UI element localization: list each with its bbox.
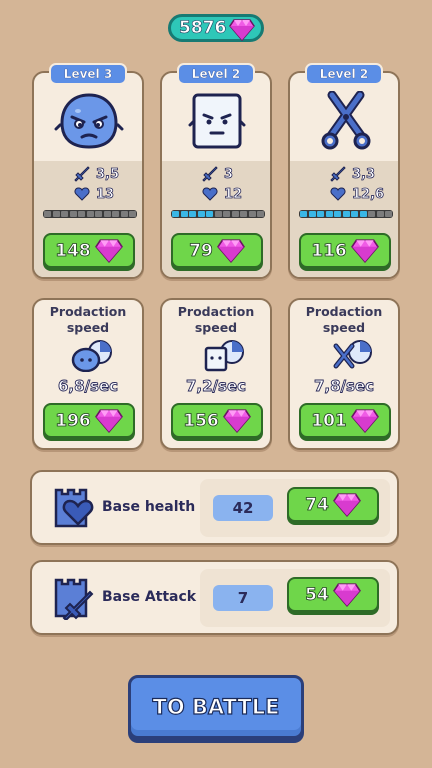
sword-icon: [74, 166, 90, 182]
base-attack-card: Base Attack 7 54: [30, 560, 399, 635]
gem-icon: [94, 408, 123, 433]
box-clock-icon: [204, 340, 244, 372]
upgrade-base-attack-button[interactable]: 54: [287, 577, 379, 612]
health-stat: 12,6: [330, 186, 384, 202]
upgrade-production-button[interactable]: 196: [43, 403, 135, 438]
tower-heart-icon: [54, 488, 94, 528]
gem-icon: [350, 408, 379, 433]
level-progress-bar: [299, 210, 393, 218]
tower-sword-icon: [54, 578, 94, 620]
health-value: 13: [96, 186, 115, 202]
upgrade-production-button[interactable]: 156: [171, 403, 263, 438]
price-label: 116: [311, 240, 347, 261]
unit-card-box: Level 2 3 12 79: [160, 63, 272, 279]
base-attack-label: Base Attack: [102, 589, 197, 605]
to-battle-button[interactable]: TO BATTLE: [128, 675, 304, 739]
scissors-clock-icon: [333, 340, 372, 369]
attack-stat: 3,5: [74, 166, 119, 182]
attack-value: 3,5: [96, 166, 120, 182]
heart-icon: [74, 187, 90, 201]
price-label: 101: [311, 410, 347, 431]
blob-clock-icon: [71, 340, 112, 372]
currency-counter: 5876: [168, 14, 264, 42]
upgrade-base-health-button[interactable]: 74: [287, 487, 379, 522]
gem-icon: [229, 19, 255, 41]
upgrade-production-button[interactable]: 101: [299, 403, 391, 438]
scissors-monster-icon: [321, 91, 371, 150]
base-attack-value: 7: [213, 585, 273, 611]
price-label: 196: [55, 410, 91, 431]
health-value: 12: [224, 186, 243, 202]
box-monster-icon: [188, 93, 246, 149]
production-title: Prodaction speed: [177, 304, 255, 335]
sword-icon: [330, 166, 346, 182]
attack-stat: 3: [202, 166, 233, 182]
production-card-blob: Prodaction speed 6,8/sec 196: [32, 298, 144, 450]
gem-icon: [216, 238, 245, 263]
heart-icon: [330, 187, 346, 201]
base-health-card: Base health 42 74: [30, 470, 399, 545]
production-title: Prodaction speed: [305, 304, 383, 335]
production-rate: 7,8/sec: [313, 377, 375, 396]
base-health-label: Base health: [102, 499, 196, 515]
unit-card-blob: Level 3 3,5 13 148: [32, 63, 144, 279]
upgrade-unit-button[interactable]: 79: [171, 233, 263, 268]
attack-value: 3: [224, 166, 234, 182]
production-rate: 6,8/sec: [57, 377, 119, 396]
attack-stat: 3,3: [330, 166, 375, 182]
unit-card-scissors: Level 2 3,3 12,6 116: [288, 63, 400, 279]
level-progress-bar: [171, 210, 265, 218]
price-label: 74: [305, 494, 329, 515]
upgrade-unit-button[interactable]: 148: [43, 233, 135, 268]
attack-value: 3,3: [352, 166, 376, 182]
health-stat: 13: [74, 186, 114, 202]
production-title: Prodaction speed: [49, 304, 127, 335]
health-value: 12,6: [352, 186, 385, 202]
price-label: 148: [55, 240, 91, 261]
production-card-box: Prodaction speed 7,2/sec 156: [160, 298, 272, 450]
blob-monster-icon: [54, 93, 124, 149]
upgrade-unit-button[interactable]: 116: [299, 233, 391, 268]
sword-icon: [202, 166, 218, 182]
base-health-value: 42: [213, 495, 273, 521]
price-label: 156: [183, 410, 219, 431]
level-progress-bar: [43, 210, 137, 218]
currency-amount: 5876: [179, 18, 227, 39]
production-card-scissors: Prodaction speed 7,8/sec 101: [288, 298, 400, 450]
gem-icon: [332, 492, 361, 517]
production-rate: 7,2/sec: [185, 377, 247, 396]
gem-icon: [350, 238, 379, 263]
price-label: 79: [189, 240, 213, 261]
health-stat: 12: [202, 186, 242, 202]
price-label: 54: [305, 584, 329, 605]
gem-icon: [332, 582, 361, 607]
gem-icon: [222, 408, 251, 433]
gem-icon: [94, 238, 123, 263]
heart-icon: [202, 187, 218, 201]
